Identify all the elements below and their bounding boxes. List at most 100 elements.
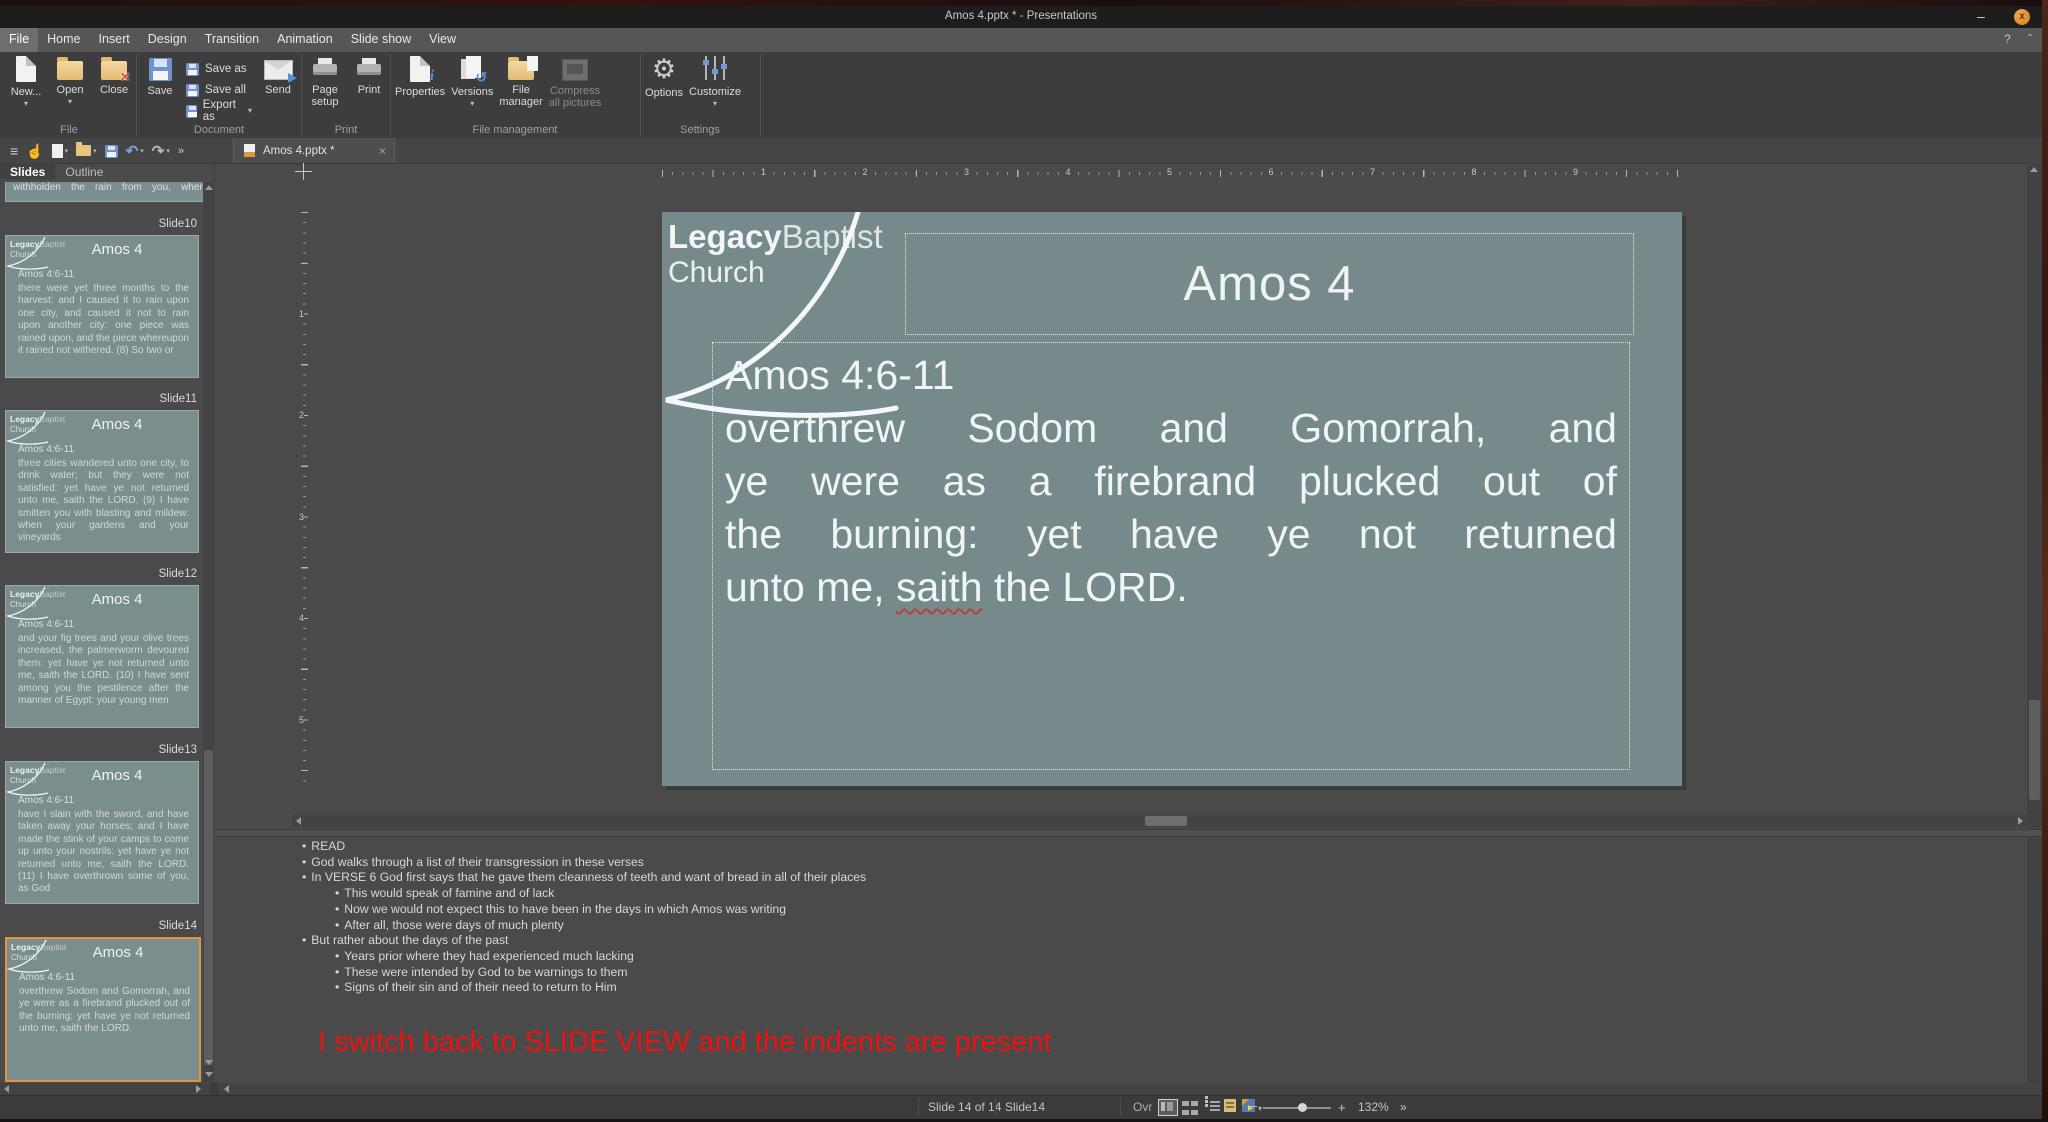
editor-horizontal-scrollbar[interactable] bbox=[292, 815, 2028, 827]
undo-button[interactable]: ↶▾ bbox=[126, 142, 144, 160]
hamburger-menu-icon[interactable]: ≡ bbox=[10, 144, 18, 158]
thumbnail-verse-ref: Amos 4:6-11 bbox=[18, 619, 74, 630]
export-as-button[interactable]: Export as ▾ bbox=[186, 100, 252, 121]
zoom-slider-track[interactable] bbox=[1263, 1107, 1331, 1109]
group-label-settings: Settings bbox=[642, 124, 758, 136]
menubar: FileHomeInsertDesignTransitionAnimationS… bbox=[0, 28, 2042, 52]
scroll-right-icon[interactable] bbox=[2018, 817, 2023, 825]
menu-item-transition[interactable]: Transition bbox=[196, 28, 268, 52]
bottom-scrollbar-strip[interactable] bbox=[0, 1083, 2042, 1095]
slide-thumbnail[interactable]: LegacyBaptistChurch Amos 4 Amos 4:6-11 t… bbox=[5, 235, 199, 378]
ruler-number: 1 bbox=[759, 167, 768, 177]
versions-button[interactable]: ↺ Versions ▾ bbox=[451, 56, 493, 108]
body-placeholder[interactable]: Amos 4:6-11 overthrew Sodom and Gomorrah… bbox=[712, 342, 1630, 770]
save-icon bbox=[149, 58, 172, 81]
print-button[interactable]: Print bbox=[350, 56, 388, 96]
notes-view-icon[interactable] bbox=[1224, 1099, 1236, 1112]
scroll-right-icon[interactable] bbox=[196, 1085, 201, 1093]
speaker-notes[interactable]: •READ•God walks through a list of their … bbox=[302, 839, 1702, 996]
new-button[interactable]: New... ▾ bbox=[7, 56, 45, 108]
minimize-button[interactable]: – bbox=[1972, 8, 1990, 26]
redo-button[interactable]: ↷▾ bbox=[152, 142, 170, 160]
scroll-down-icon[interactable] bbox=[205, 1072, 213, 1077]
slide-thumbnail[interactable]: LegacyBaptistChurch Amos 4 Amos 4:6-11 o… bbox=[5, 937, 201, 1082]
editor-vertical-scrollbar[interactable] bbox=[2027, 163, 2042, 1095]
menu-item-home[interactable]: Home bbox=[38, 28, 89, 52]
panel-tab-outline[interactable]: Outline bbox=[55, 163, 113, 179]
touch-mode-icon[interactable]: ☝ bbox=[26, 144, 43, 158]
notes-splitter[interactable] bbox=[215, 829, 2042, 837]
panel-tab-slides[interactable]: Slides bbox=[0, 163, 55, 179]
outline-view-icon[interactable] bbox=[1204, 1099, 1222, 1114]
slides-panel-scrollbar[interactable] bbox=[203, 182, 214, 1083]
scrollbar-thumb[interactable] bbox=[2029, 700, 2040, 800]
file-manager-button[interactable]: File manager bbox=[499, 56, 542, 108]
scroll-up-icon[interactable] bbox=[205, 185, 213, 190]
save-as-button[interactable]: Save as bbox=[186, 58, 252, 79]
group-label-file: File bbox=[4, 124, 134, 136]
ribbon-divider bbox=[301, 54, 302, 136]
document-tab-close-icon[interactable]: × bbox=[379, 144, 386, 158]
slide-thumbnail[interactable]: LegacyBaptistChurch Amos 4 Amos 4:6-11 h… bbox=[5, 761, 199, 904]
scroll-left-icon[interactable] bbox=[224, 1085, 229, 1093]
scrollbar-thumb[interactable] bbox=[1145, 816, 1187, 826]
save-button[interactable]: Save bbox=[141, 56, 179, 97]
slide-thumbnail-label: Slide12 bbox=[5, 568, 197, 582]
quick-new-button[interactable]: ▾ bbox=[52, 144, 69, 158]
document-tab[interactable]: Amos 4.pptx * × bbox=[233, 138, 395, 163]
zoom-out-button[interactable]: – bbox=[1250, 1098, 1257, 1113]
zoom-level[interactable]: 132% bbox=[1358, 1100, 1389, 1114]
scroll-left-icon[interactable] bbox=[4, 1085, 9, 1093]
collapse-ribbon-icon[interactable]: ˆ bbox=[2028, 32, 2032, 46]
menu-item-insert[interactable]: Insert bbox=[90, 28, 139, 52]
properties-button[interactable]: i Properties bbox=[395, 56, 445, 98]
close-button[interactable]: x bbox=[2014, 9, 2030, 25]
options-button[interactable]: ⚙ Options bbox=[645, 56, 683, 99]
menu-item-slide-show[interactable]: Slide show bbox=[342, 28, 420, 52]
close-folder-icon: ✕ bbox=[101, 61, 127, 80]
overwrite-indicator[interactable]: Ovr bbox=[1133, 1100, 1152, 1114]
note-line: •God walks through a list of their trans… bbox=[302, 855, 1702, 871]
slide-canvas[interactable]: LegacyBaptist Church Amos 4 Amos 4:6-11 … bbox=[662, 212, 1682, 786]
thumbnail-body-text: three cities wandered unto one city, to … bbox=[18, 458, 189, 545]
note-line: •In VERSE 6 God first says that he gave … bbox=[302, 870, 1702, 886]
menu-item-animation[interactable]: Animation bbox=[268, 28, 342, 52]
customize-button[interactable]: Customize ▾ bbox=[689, 56, 741, 108]
normal-view-icon[interactable] bbox=[1158, 1099, 1178, 1116]
scroll-up-icon[interactable] bbox=[2030, 167, 2038, 172]
open-button[interactable]: Open ▾ bbox=[51, 56, 89, 106]
slide-sorter-view-icon[interactable] bbox=[1182, 1099, 1200, 1116]
menu-item-design[interactable]: Design bbox=[139, 28, 196, 52]
scroll-down-icon[interactable] bbox=[205, 1060, 213, 1065]
zoom-in-button[interactable]: + bbox=[1338, 1100, 1346, 1115]
menu-item-file[interactable]: File bbox=[0, 28, 38, 52]
title-placeholder[interactable]: Amos 4 bbox=[905, 233, 1634, 335]
menubar-right-icons: ? ˆ bbox=[1990, 32, 2032, 46]
slide-thumbnail[interactable]: LegacyBaptistChurch Amos 4 Amos 4:6-11 t… bbox=[5, 410, 199, 553]
page-setup-button[interactable]: Page setup bbox=[306, 56, 344, 108]
thumbnail-slide-title: Amos 4 bbox=[46, 241, 188, 258]
ruler-origin-crosshair bbox=[295, 163, 312, 180]
quick-save-button[interactable] bbox=[105, 143, 118, 158]
slide-thumbnail-partial[interactable]: withholden the rain from you, when bbox=[5, 182, 213, 202]
options-gear-icon: ⚙ bbox=[652, 56, 676, 83]
save-all-button[interactable]: Save all bbox=[186, 79, 252, 100]
toolbar-overflow-icon[interactable]: » bbox=[178, 145, 184, 157]
annotation-text: I switch back to SLIDE VIEW and the inde… bbox=[318, 1026, 1051, 1059]
thumbnail-slide-title: Amos 4 bbox=[46, 416, 188, 433]
help-icon[interactable]: ? bbox=[2004, 32, 2011, 46]
scroll-left-icon[interactable] bbox=[296, 817, 301, 825]
ribbon-divider bbox=[136, 54, 137, 136]
menu-item-view[interactable]: View bbox=[420, 28, 465, 52]
view-options-caret-icon[interactable]: ▾ bbox=[1258, 1104, 1262, 1113]
slide-thumbnail[interactable]: LegacyBaptistChurch Amos 4 Amos 4:6-11 a… bbox=[5, 585, 199, 728]
thumbnail-verse-ref: Amos 4:6-11 bbox=[18, 444, 74, 455]
close-file-button[interactable]: ✕ Close bbox=[95, 56, 133, 96]
send-button[interactable]: Send bbox=[259, 56, 297, 96]
ruler-number: 3 bbox=[299, 511, 304, 523]
ruler-number: 5 bbox=[299, 714, 304, 726]
zoom-slider-thumb[interactable] bbox=[1298, 1103, 1307, 1112]
scrollbar-thumb[interactable] bbox=[204, 750, 213, 1065]
statusbar-overflow-icon[interactable]: » bbox=[1400, 1100, 1407, 1114]
quick-open-button[interactable]: ▾ bbox=[76, 145, 97, 156]
